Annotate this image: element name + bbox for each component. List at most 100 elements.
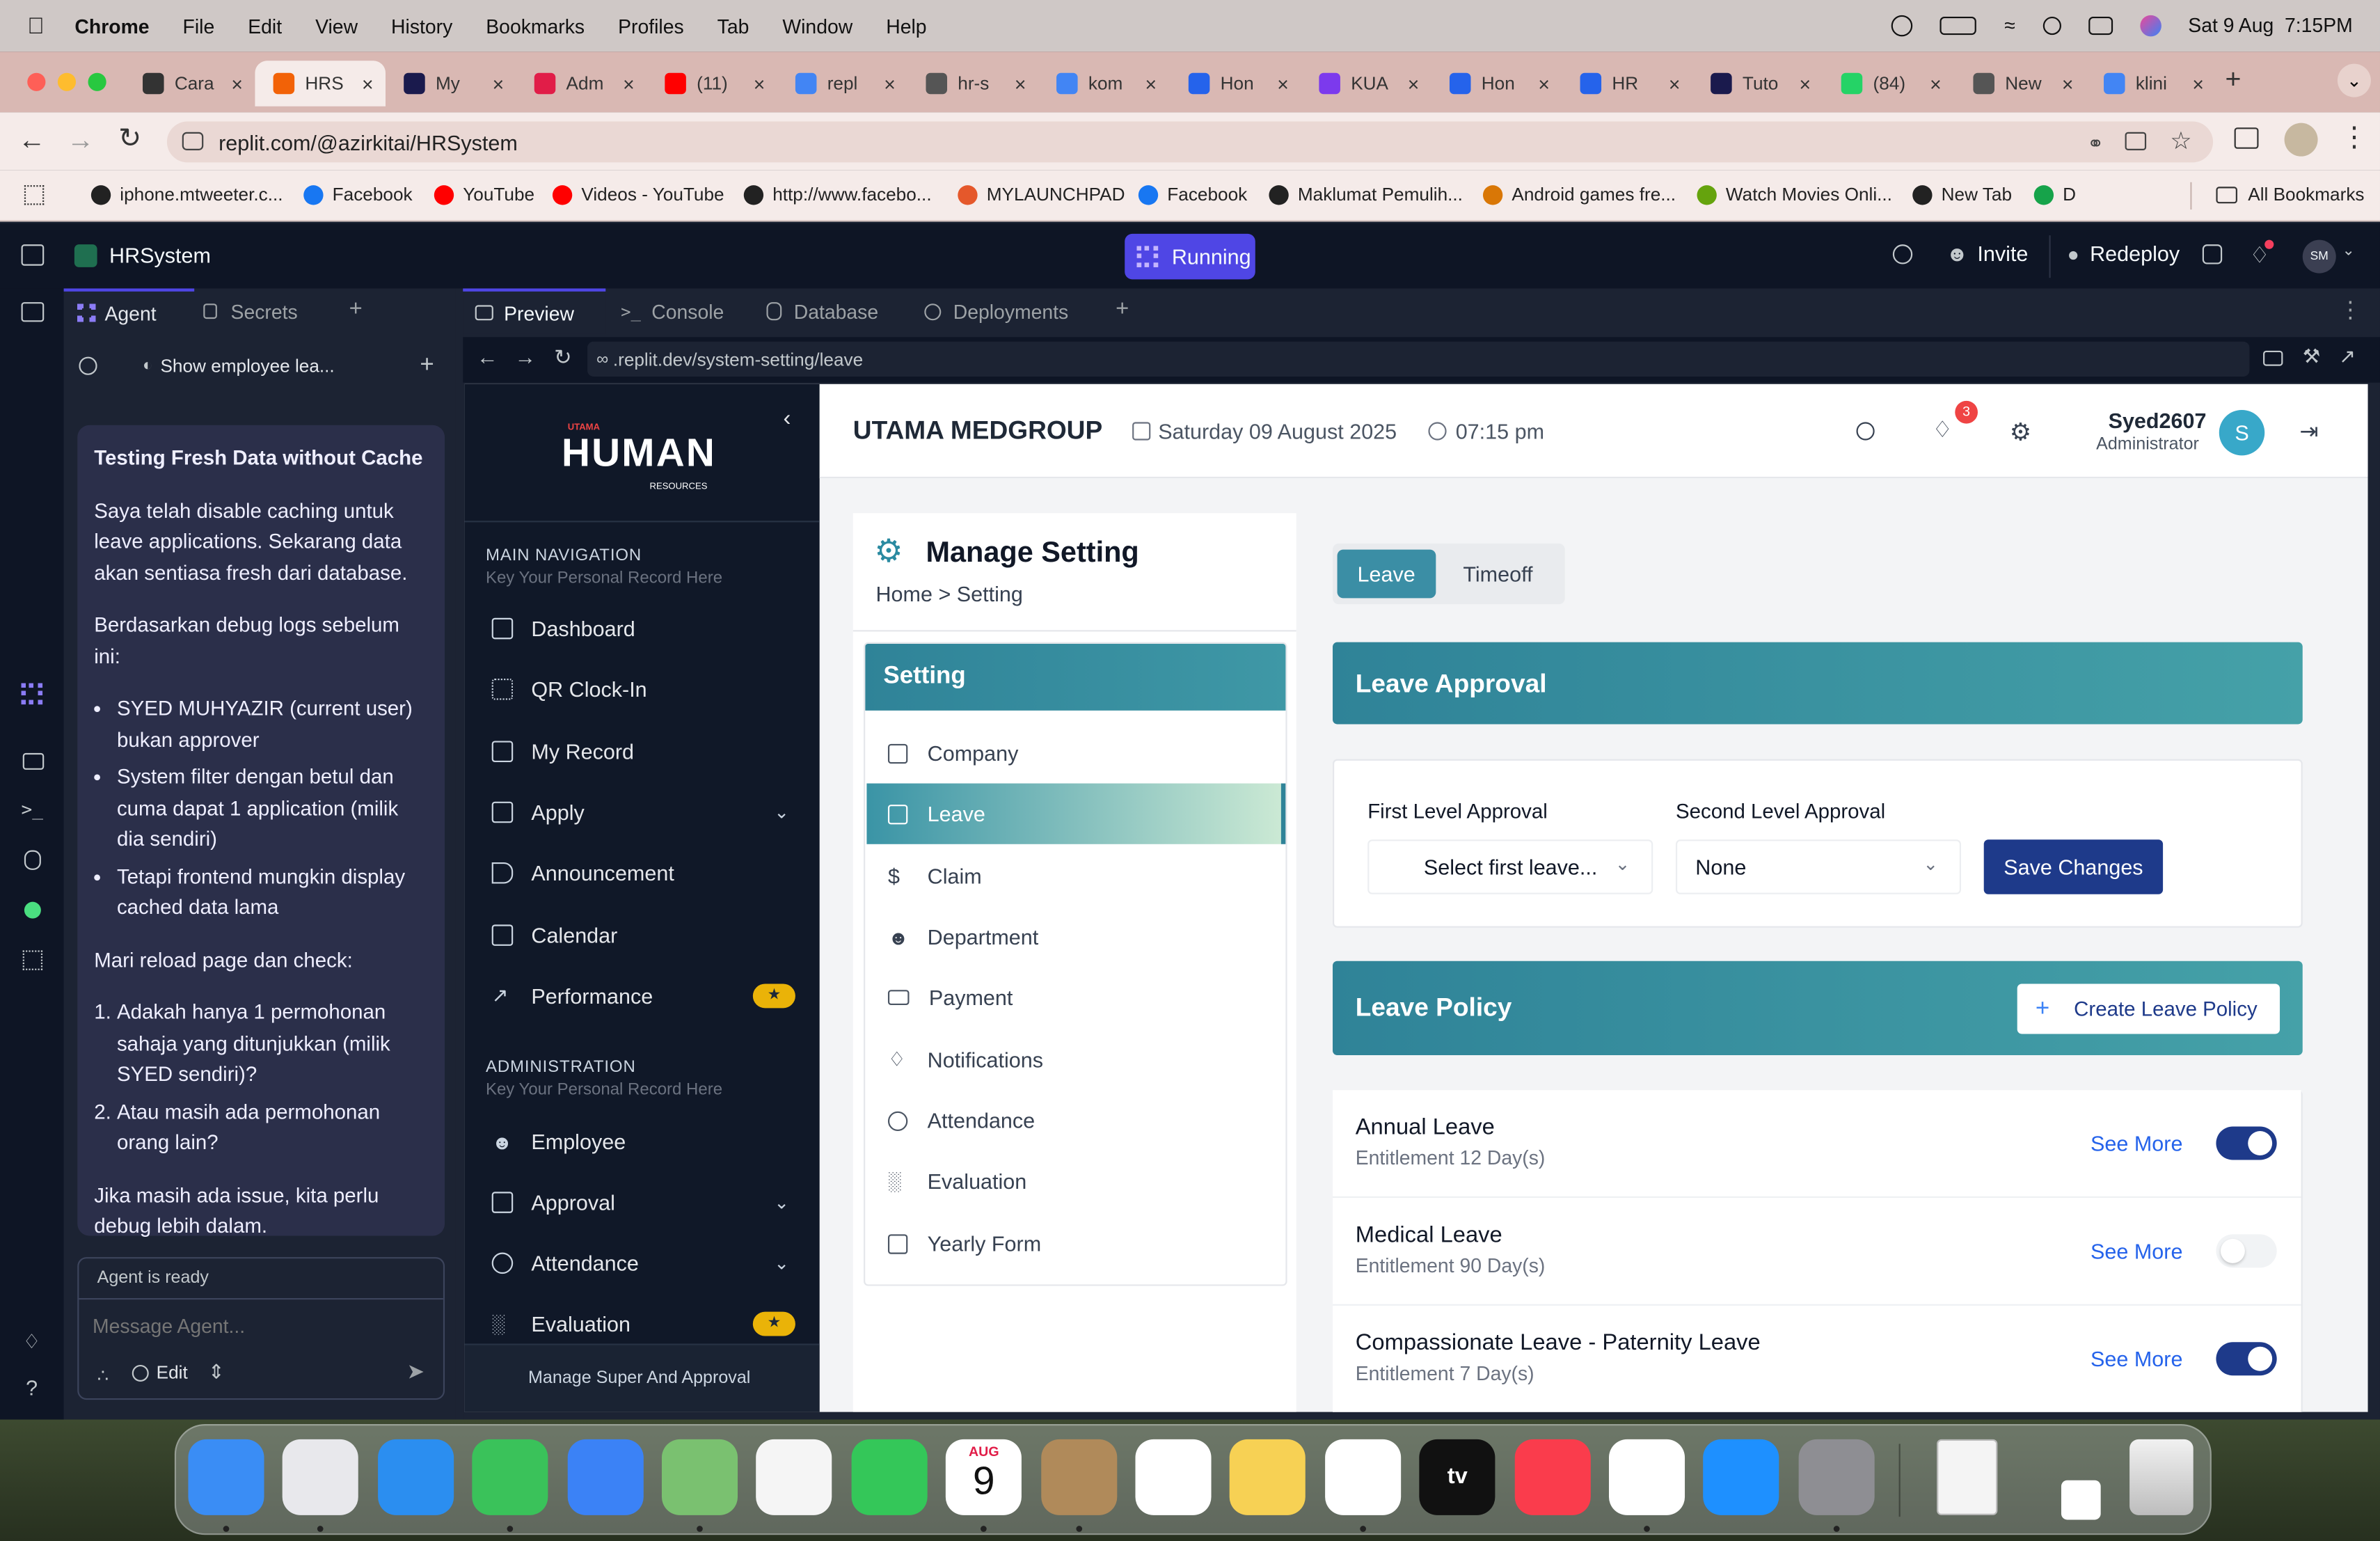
- invite-button[interactable]: ☻ Invite: [1946, 242, 2028, 266]
- battery-icon[interactable]: [1940, 15, 1977, 35]
- tab-console[interactable]: >_ Console: [621, 288, 724, 333]
- apple-tv-icon[interactable]: tv: [1419, 1439, 1496, 1515]
- policy-toggle[interactable]: [2216, 1126, 2277, 1160]
- browser-tab[interactable]: Hon ×: [1171, 61, 1301, 106]
- notes-icon[interactable]: [1230, 1439, 1306, 1515]
- new-tab-icon[interactable]: +: [2226, 64, 2242, 96]
- setting-item-evaluation[interactable]: ░ Evaluation: [866, 1151, 1285, 1211]
- create-leave-policy-button[interactable]: + Create Leave Policy: [2017, 983, 2280, 1034]
- browser-tab[interactable]: HR ×: [1562, 61, 1692, 106]
- browser-tab[interactable]: hr-s ×: [907, 61, 1038, 106]
- user-avatar[interactable]: S: [2219, 409, 2265, 456]
- close-tab-icon[interactable]: ×: [1277, 72, 1289, 95]
- calendar-icon[interactable]: AUG 9: [946, 1439, 1022, 1515]
- nav-employee[interactable]: ☻ Employee: [492, 1122, 795, 1162]
- setting-item-claim[interactable]: $ Claim: [866, 846, 1285, 906]
- bookmark-item[interactable]: New Tab: [1912, 184, 2012, 205]
- menu-file[interactable]: File: [183, 15, 215, 38]
- downloads-stack-icon[interactable]: [2061, 1480, 2101, 1520]
- setting-item-payment[interactable]: Payment: [866, 967, 1285, 1027]
- browser-tab[interactable]: repl ×: [777, 61, 908, 106]
- bookmark-item[interactable]: Facebook: [1138, 184, 1247, 205]
- site-info-icon[interactable]: [182, 132, 204, 150]
- menu-view[interactable]: View: [315, 15, 358, 38]
- browser-tab[interactable]: (11) ×: [646, 61, 777, 106]
- bookmark-item[interactable]: Facebook: [303, 184, 413, 205]
- add-tab-icon[interactable]: +: [349, 296, 363, 322]
- search-icon[interactable]: [1892, 244, 1913, 264]
- close-tab-icon[interactable]: ×: [1800, 72, 1811, 95]
- close-tab-icon[interactable]: ×: [1015, 72, 1026, 95]
- tab-secrets[interactable]: Secrets: [203, 288, 298, 333]
- photos-icon[interactable]: [756, 1439, 833, 1515]
- close-tab-icon[interactable]: ×: [1145, 72, 1157, 95]
- send-icon[interactable]: ➤: [407, 1359, 425, 1384]
- preview-back-icon[interactable]: ←: [477, 345, 498, 369]
- tab-timeoff[interactable]: Timeoff: [1436, 550, 1561, 599]
- files-icon[interactable]: [21, 302, 45, 322]
- setting-item-yearly-form[interactable]: Yearly Form: [866, 1213, 1285, 1274]
- maps-icon[interactable]: [661, 1439, 738, 1515]
- home-icon[interactable]: [21, 244, 45, 266]
- edit-mode-button[interactable]: Edit: [132, 1362, 188, 1383]
- preview-rail-icon[interactable]: [22, 752, 45, 770]
- preview-url-input[interactable]: ∞ .replit.dev/system-setting/leave: [587, 341, 2250, 377]
- more-options-icon[interactable]: ⋮: [2339, 296, 2362, 324]
- help-alert-icon[interactable]: ♢: [23, 1330, 40, 1354]
- shell-rail-icon[interactable]: >_: [22, 798, 44, 820]
- siri-icon[interactable]: [2139, 14, 2161, 36]
- window-zoom-dot[interactable]: [88, 72, 106, 91]
- close-tab-icon[interactable]: ×: [493, 72, 505, 95]
- agent-rail-icon[interactable]: [21, 683, 43, 705]
- trash-icon[interactable]: [2129, 1439, 2193, 1515]
- first-level-select[interactable]: Select first leave... ⌄: [1367, 839, 1653, 894]
- document-stack-icon[interactable]: [1937, 1439, 1998, 1515]
- browser-tab[interactable]: My ×: [386, 61, 516, 106]
- forward-icon[interactable]: →: [67, 125, 94, 157]
- menu-tab[interactable]: Tab: [717, 15, 749, 38]
- policy-toggle[interactable]: [2216, 1342, 2277, 1376]
- nav-attendance[interactable]: Attendance ⌄: [491, 1243, 795, 1283]
- nav-my-record[interactable]: My Record: [491, 732, 795, 771]
- menu-edit[interactable]: Edit: [248, 15, 282, 38]
- menu-profiles[interactable]: Profiles: [618, 15, 684, 38]
- finder-icon[interactable]: [188, 1439, 264, 1515]
- open-new-tab-icon[interactable]: ↗: [2339, 345, 2356, 369]
- tab-deployments[interactable]: Deployments: [924, 288, 1068, 333]
- system-settings-icon[interactable]: [1798, 1439, 1875, 1515]
- avatar-chevron-icon[interactable]: ⌄: [2342, 243, 2354, 260]
- deployments-rail-icon[interactable]: [24, 901, 41, 919]
- nav-apply[interactable]: Apply ⌄: [491, 793, 795, 832]
- policy-toggle[interactable]: [2216, 1234, 2277, 1268]
- profile-avatar[interactable]: [2284, 123, 2318, 157]
- setting-item-department[interactable]: ☻ Department: [866, 906, 1285, 967]
- window-close-dot[interactable]: [27, 72, 46, 91]
- nav-qr-clock-in[interactable]: QR Clock-In: [491, 670, 795, 709]
- database-rail-icon[interactable]: [24, 850, 41, 870]
- redeploy-button[interactable]: ● Redeploy: [2068, 242, 2180, 266]
- browser-tab[interactable]: New ×: [1955, 61, 2086, 106]
- all-bookmarks[interactable]: All Bookmarks: [2216, 184, 2365, 205]
- settings-gear-icon[interactable]: ⚙: [2010, 418, 2031, 448]
- add-tab-icon[interactable]: +: [1116, 296, 1129, 322]
- close-tab-icon[interactable]: ×: [1408, 72, 1420, 95]
- setting-item-notifications[interactable]: ♢ Notifications: [866, 1029, 1285, 1090]
- nav-evaluation[interactable]: ░ Evaluation ★: [492, 1304, 795, 1344]
- browser-tab[interactable]: klini ×: [2086, 61, 2216, 106]
- tab-database[interactable]: Database: [766, 288, 878, 333]
- preview-reload-icon[interactable]: ↻: [554, 345, 572, 370]
- bookmark-item[interactable]: http://www.facebo...: [743, 184, 932, 205]
- password-key-icon[interactable]: ⚭: [2087, 132, 2104, 157]
- preview-forward-icon[interactable]: →: [514, 345, 536, 369]
- reminders-icon[interactable]: [1135, 1439, 1212, 1515]
- browser-tab[interactable]: KUA ×: [1301, 61, 1431, 106]
- apps-grid-icon[interactable]: [24, 185, 45, 205]
- browser-tab[interactable]: Adm ×: [516, 61, 647, 106]
- browser-tab[interactable]: Hon ×: [1431, 61, 1562, 106]
- address-bar[interactable]: replit.com/@azirkitai/HRSystem ⚭ ☆: [166, 121, 2214, 163]
- chrome-menu-icon[interactable]: ⋮: [2340, 122, 2367, 154]
- nav-performance[interactable]: ↗ Performance ★: [492, 977, 795, 1016]
- tab-search-icon[interactable]: ⌄: [2337, 63, 2371, 97]
- browser-tab[interactable]: Tuto ×: [1692, 61, 1823, 106]
- play-icon[interactable]: [1891, 14, 1914, 36]
